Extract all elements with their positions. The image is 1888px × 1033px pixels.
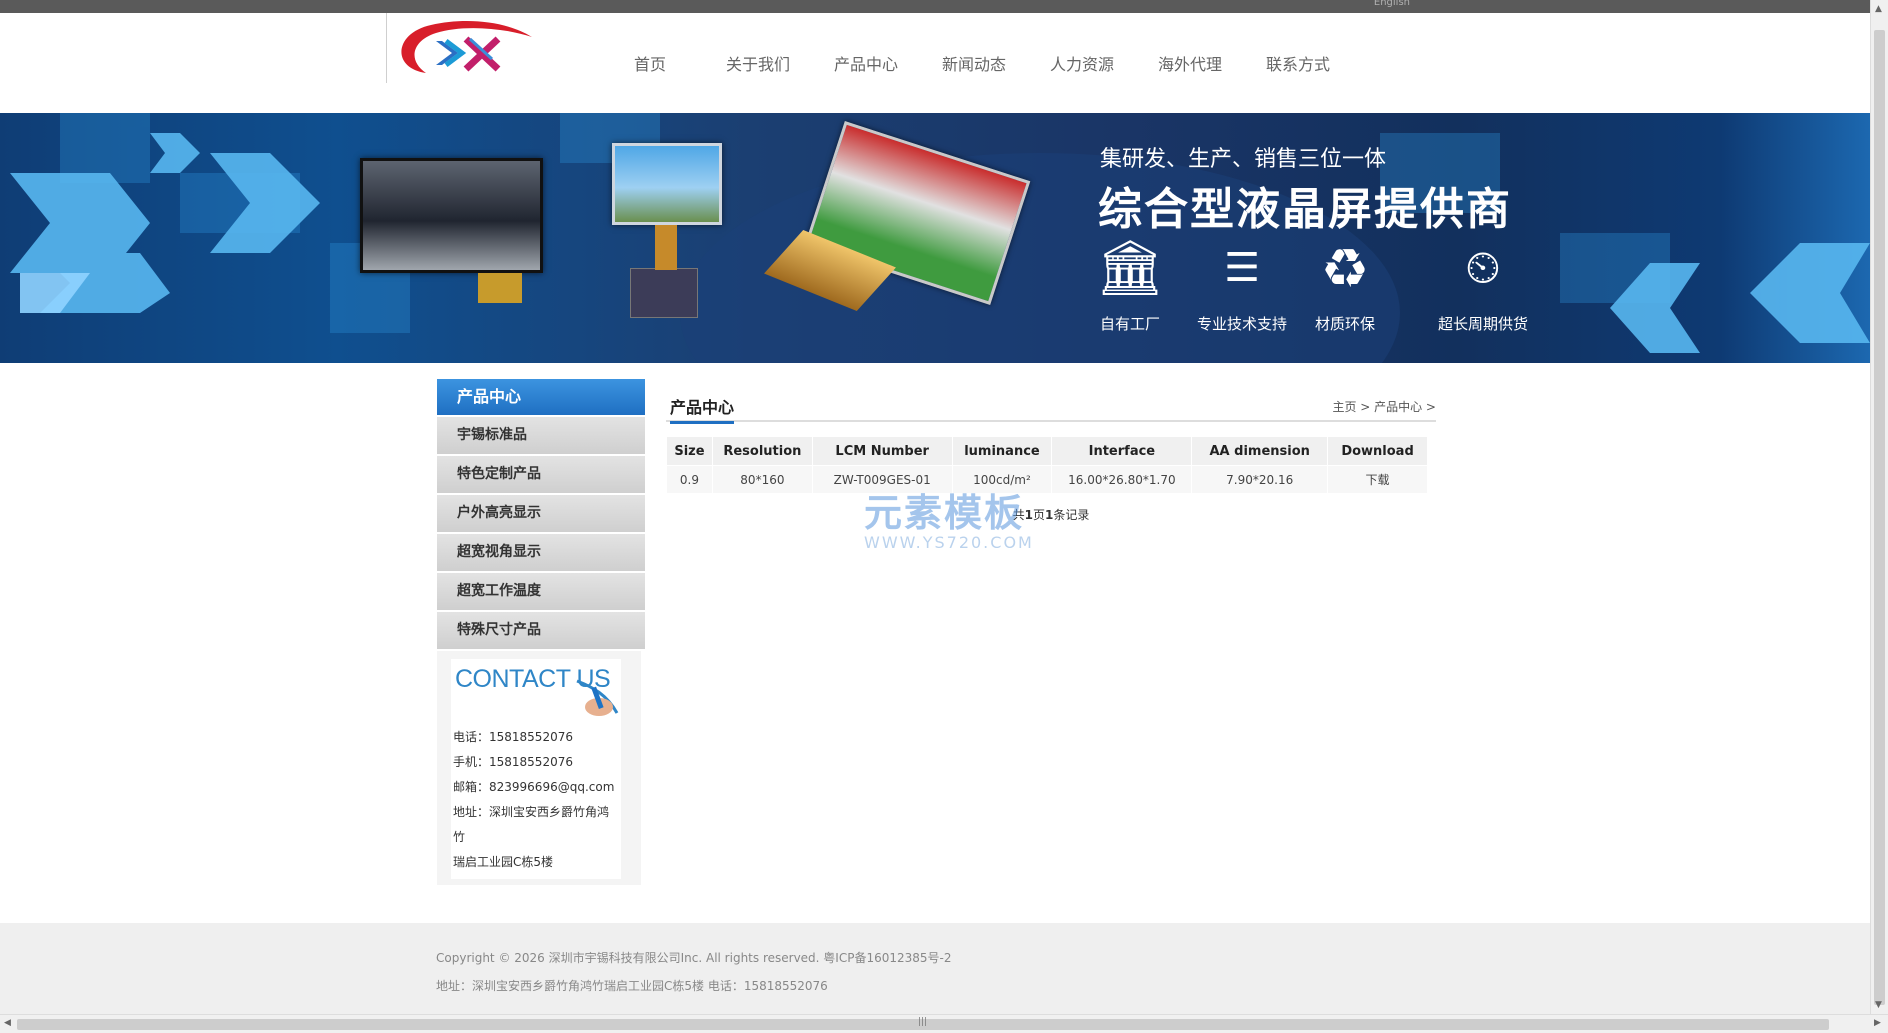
contact-card: CONTACT US 电话：15818552076 手机：15818552076…	[451, 659, 621, 879]
contact-email: 邮箱：823996696@qq.com	[453, 780, 615, 794]
main-nav: 首页 关于我们 产品中心 新闻动态 人力资源 海外代理 联系方式	[596, 51, 1352, 75]
display-connector	[478, 273, 522, 303]
nav-products[interactable]: 产品中心	[812, 51, 920, 75]
car-display-image	[360, 158, 543, 273]
sidebar-item-wide-angle[interactable]: 超宽视角显示	[437, 534, 645, 571]
footer-address: 地址：深圳宝安西乡爵竹角鸿竹瑞启工业园C栋5楼 电话：15818552076	[436, 979, 828, 993]
sidebar-item-outdoor[interactable]: 户外高亮显示	[437, 495, 645, 532]
site-footer: Copyright © 2026 深圳市宇锡科技有限公司Inc. All rig…	[0, 923, 1870, 1014]
breadcrumb[interactable]: 主页 > 产品中心 >	[1332, 398, 1436, 415]
cell-resolution: 80*160	[711, 465, 813, 494]
feature-label: 自有工厂	[1099, 315, 1160, 333]
cell-interface: 16.00*26.80*1.70	[1051, 465, 1193, 494]
banner-headline: 综合型液晶屏提供商	[1098, 184, 1512, 235]
contact-box: CONTACT US 电话：15818552076 手机：15818552076…	[437, 651, 641, 885]
feature-eco-material: ♻ 材质环保	[1290, 233, 1400, 334]
professional-icon: ☰	[1224, 245, 1260, 291]
pager-suffix: 条记录	[1053, 508, 1090, 522]
col-luminance: luminance	[951, 436, 1053, 466]
main-content: 产品中心 主页 > 产品中心 > Size Resolution LCM Num…	[666, 390, 1436, 523]
language-link[interactable]: English	[1374, 0, 1410, 8]
watermark-url: WWW.YS720.COM	[864, 533, 1034, 552]
cell-aa-dimension: 7.90*20.16	[1191, 465, 1329, 494]
page-title: 产品中心	[670, 394, 735, 424]
download-link[interactable]: 下载	[1327, 465, 1428, 494]
factory-icon: 🏛	[1095, 236, 1165, 299]
nav-contact[interactable]: 联系方式	[1244, 51, 1352, 75]
scroll-left-icon[interactable]: ◀	[4, 1018, 11, 1028]
scroll-right-icon[interactable]: ▶	[1874, 1018, 1881, 1028]
contact-us-banner: CONTACT US	[453, 663, 619, 725]
nav-hr[interactable]: 人力资源	[1028, 51, 1136, 75]
col-resolution: Resolution	[711, 436, 813, 466]
cell-size: 0.9	[666, 465, 713, 494]
sidebar: 产品中心 宇锡标准品 特色定制产品 户外高亮显示 超宽视角显示 超宽工作温度 特…	[437, 379, 645, 885]
feature-long-supply: ⏲ 超长周期供货	[1428, 233, 1538, 334]
pager-pages: 1	[1024, 508, 1033, 522]
sidebar-title: 产品中心	[437, 379, 645, 415]
product-spec-table: Size Resolution LCM Number luminance Int…	[666, 436, 1428, 494]
contact-address-line2: 瑞启工业园C栋5楼	[453, 855, 554, 869]
top-strip: English	[0, 0, 1870, 13]
sidebar-item-special-size[interactable]: 特殊尺寸产品	[437, 612, 645, 649]
nav-news[interactable]: 新闻动态	[920, 51, 1028, 75]
pagination-summary: 共1页1条记录	[666, 506, 1436, 523]
feature-label: 专业技术支持	[1196, 315, 1287, 333]
col-aa-dimension: AA dimension	[1191, 436, 1329, 466]
clock-person-icon: ⏲	[1465, 240, 1501, 294]
recycle-icon: ♻	[1320, 236, 1370, 300]
contact-phone: 电话：15818552076	[453, 730, 573, 744]
nav-about[interactable]: 关于我们	[704, 51, 812, 75]
nav-overseas[interactable]: 海外代理	[1136, 51, 1244, 75]
table-header-row: Size Resolution LCM Number luminance Int…	[666, 436, 1428, 466]
vertical-scroll-thumb[interactable]	[1874, 30, 1885, 1005]
sidebar-item-wide-temp[interactable]: 超宽工作温度	[437, 573, 645, 610]
contact-mobile: 手机：15818552076	[453, 755, 573, 769]
flex-cable-image	[655, 225, 677, 270]
pager-prefix: 共	[1012, 508, 1025, 522]
feature-label: 超长周期供货	[1437, 315, 1528, 333]
feature-tech-support: ☰ 专业技术支持	[1186, 233, 1298, 334]
hand-pen-icon	[576, 679, 619, 716]
scroll-down-icon[interactable]: ▼	[1875, 1000, 1882, 1010]
sidebar-item-standard[interactable]: 宇锡标准品	[437, 417, 645, 454]
contact-address-line1: 地址：深圳宝安西乡爵竹角鸿竹	[453, 805, 610, 844]
banner-tagline: 集研发、生产、销售三位一体	[1100, 147, 1387, 172]
feature-own-factory: 🏛 自有工厂	[1075, 233, 1185, 334]
site-header: 首页 关于我们 产品中心 新闻动态 人力资源 海外代理 联系方式	[0, 13, 1870, 113]
vertical-scrollbar[interactable]: ▲ ▼	[1870, 0, 1888, 1014]
col-download: Download	[1327, 436, 1428, 466]
scroll-grip-icon: |||	[918, 1017, 928, 1027]
cell-lcm-number[interactable]: ZW-T009GES-01	[811, 465, 953, 494]
driver-board-image	[630, 268, 698, 318]
nav-home[interactable]: 首页	[596, 51, 704, 75]
horizontal-scrollbar[interactable]: ◀ ||| ▶	[0, 1014, 1888, 1033]
scroll-up-icon[interactable]: ▲	[1875, 4, 1882, 14]
cell-luminance: 100cd/m²	[951, 465, 1053, 494]
content-header: 产品中心 主页 > 产品中心 >	[666, 390, 1436, 424]
hero-banner: 集研发、生产、销售三位一体 综合型液晶屏提供商 🏛 自有工厂 ☰ 专业技术支持 …	[0, 113, 1870, 363]
company-logo[interactable]	[386, 13, 536, 85]
balloon-display-image	[612, 143, 722, 225]
pager-mid: 页	[1032, 508, 1045, 522]
col-lcm-number: LCM Number	[811, 436, 953, 466]
sidebar-item-custom[interactable]: 特色定制产品	[437, 456, 645, 493]
table-row[interactable]: 0.9 80*160 ZW-T009GES-01 100cd/m² 16.00*…	[666, 465, 1428, 494]
footer-copyright: Copyright © 2026 深圳市宇锡科技有限公司Inc. All rig…	[436, 951, 952, 965]
col-interface: Interface	[1051, 436, 1193, 466]
feature-label: 材质环保	[1314, 315, 1375, 333]
col-size: Size	[666, 436, 713, 466]
